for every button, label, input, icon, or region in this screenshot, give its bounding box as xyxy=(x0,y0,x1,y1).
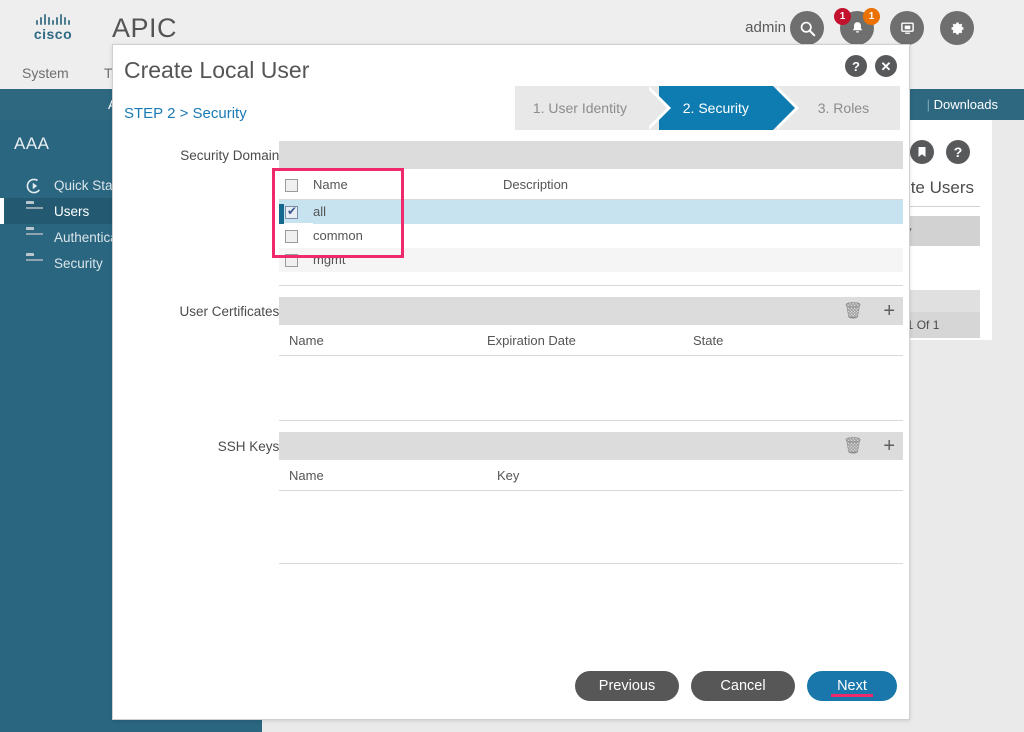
security-domain-bottom-rule xyxy=(279,285,903,286)
user-certificates-toolbar: 🗑 + xyxy=(279,297,903,325)
alert-badge-orange: 1 xyxy=(863,8,880,25)
row-checkbox-cell[interactable] xyxy=(279,247,313,272)
table-row[interactable]: all xyxy=(279,199,903,225)
alert-badge-red: 1 xyxy=(834,8,851,25)
table-header-row: Name Expiration Date State xyxy=(279,327,903,356)
subnav-separator: | xyxy=(926,97,930,112)
wizard-step-label: 1. User Identity xyxy=(532,100,627,116)
user-certificates-table: Name Expiration Date State xyxy=(279,327,903,356)
app-title: APIC xyxy=(112,13,178,43)
security-domain-table: Name Description all commo xyxy=(279,171,903,272)
ssh-keys-table: Name Key xyxy=(279,462,903,491)
folder-icon xyxy=(26,204,44,218)
cell-description xyxy=(503,199,903,224)
notifications-icon[interactable]: 1 1 xyxy=(834,8,880,45)
column-header-name: Name xyxy=(279,327,487,356)
row-checkbox[interactable] xyxy=(285,254,298,268)
cell-description xyxy=(503,224,903,248)
trash-icon[interactable]: 🗑 xyxy=(843,436,863,456)
sidebar-item-label: Users xyxy=(54,203,90,219)
search-icon[interactable] xyxy=(790,11,824,45)
wizard-step-label: 2. Security xyxy=(682,100,749,116)
select-all-checkbox[interactable] xyxy=(285,179,298,193)
row-selected-indicator xyxy=(279,204,284,225)
ssh-keys-bottom-rule xyxy=(279,563,903,564)
table-header-row: Name Key xyxy=(279,462,903,491)
ssh-keys-label: SSH Keys: xyxy=(217,439,283,454)
user-certificates-label: User Certificates: xyxy=(179,304,283,319)
cell-name: common xyxy=(313,228,363,244)
wizard-step-label: 3. Roles xyxy=(817,100,870,116)
wizard-step-security[interactable]: 2. Security xyxy=(658,86,799,130)
folder-icon xyxy=(26,256,44,270)
user-menu-label[interactable]: admin xyxy=(745,19,786,36)
wizard-step-user-identity[interactable]: 1. User Identity xyxy=(515,86,671,130)
ssh-keys-tools: 🗑 + xyxy=(843,432,895,460)
selection-indicator xyxy=(0,172,4,198)
help-icon[interactable]: ? xyxy=(946,140,970,164)
cell-description xyxy=(503,247,903,272)
cell-name: all xyxy=(313,199,503,224)
ssh-keys-toolbar: 🗑 + xyxy=(279,432,903,460)
selection-indicator xyxy=(0,250,4,276)
sidebar-item-label: Quick Start xyxy=(54,177,121,193)
dialog-header-buttons: ? ✕ xyxy=(845,55,897,77)
cisco-logo-text: cisco xyxy=(33,26,73,42)
row-checkbox-cell[interactable] xyxy=(279,199,313,225)
column-header-expiration-date: Expiration Date xyxy=(487,327,693,356)
remote-screen-icon[interactable] xyxy=(890,11,924,45)
column-header-description: Description xyxy=(503,171,903,201)
sidebar-item-label: Security xyxy=(54,255,103,271)
quick-start-icon xyxy=(26,178,44,194)
user-certificates-bottom-rule xyxy=(279,420,903,421)
create-local-user-dialog: Create Local User ? ✕ STEP 2 > Security … xyxy=(112,44,910,720)
table-row[interactable]: mgmt xyxy=(279,247,903,272)
user-certificates-tools: 🗑 + xyxy=(843,297,895,325)
select-all-checkbox-cell[interactable] xyxy=(279,171,313,201)
bookmark-icon[interactable] xyxy=(910,140,934,164)
dialog-title: Create Local User xyxy=(124,57,310,83)
row-checkbox-cell[interactable] xyxy=(279,224,313,248)
app-root: cisco APIC admin 1 1 System T | Download… xyxy=(0,0,1024,732)
column-header-name: Name xyxy=(313,171,503,201)
gear-icon[interactable] xyxy=(940,11,974,45)
sidebar-title: AAA xyxy=(14,134,50,153)
dialog-footer-buttons: Previous Cancel Next xyxy=(575,671,897,701)
panel-icon-group: ? xyxy=(910,140,970,164)
plus-icon[interactable]: + xyxy=(883,301,895,321)
table-header-row: Name Description xyxy=(279,171,903,201)
selection-indicator xyxy=(0,198,4,224)
help-icon[interactable]: ? xyxy=(845,55,867,77)
wizard-step-roles[interactable]: 3. Roles xyxy=(786,86,900,130)
row-checkbox[interactable] xyxy=(285,230,298,244)
folder-icon xyxy=(26,230,44,244)
next-button-annotation-underline xyxy=(831,694,873,697)
security-domain-label: Security Domain: xyxy=(180,148,283,163)
previous-button[interactable]: Previous xyxy=(575,671,679,701)
next-button-label: Next xyxy=(837,678,867,694)
step-breadcrumb: STEP 2 > Security xyxy=(124,105,247,122)
selection-indicator xyxy=(0,224,4,250)
next-button[interactable]: Next xyxy=(807,671,897,701)
cancel-button[interactable]: Cancel xyxy=(691,671,795,701)
subnav-item-downloads[interactable]: Downloads xyxy=(934,97,998,112)
security-domain-field[interactable] xyxy=(279,141,903,169)
column-header-key: Key xyxy=(497,462,903,491)
cisco-logo[interactable]: cisco xyxy=(22,12,84,44)
cisco-bars-icon xyxy=(36,14,70,25)
trash-icon[interactable]: 🗑 xyxy=(843,301,863,321)
table-row[interactable]: common xyxy=(279,224,903,248)
nav-item-system[interactable]: System xyxy=(22,65,69,81)
close-icon[interactable]: ✕ xyxy=(875,55,897,77)
plus-icon[interactable]: + xyxy=(883,436,895,456)
row-checkbox[interactable] xyxy=(285,204,298,220)
column-header-name: Name xyxy=(279,462,497,491)
cell-name: mgmt xyxy=(313,247,503,272)
column-header-state: State xyxy=(693,327,903,356)
wizard-step-indicator: 1. User Identity 2. Security 3. Roles xyxy=(515,86,900,130)
